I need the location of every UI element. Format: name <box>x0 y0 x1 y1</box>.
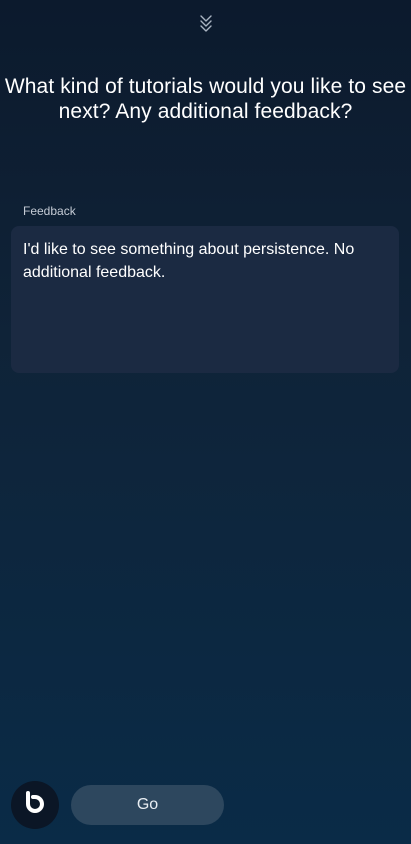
feedback-label: Feedback <box>23 204 76 218</box>
go-button[interactable]: Go <box>71 785 224 825</box>
feedback-input[interactable]: I'd like to see something about persiste… <box>11 226 399 373</box>
bixby-logo-icon <box>22 790 48 821</box>
collapse-chevron-icon[interactable] <box>194 12 218 34</box>
question-heading: What kind of tutorials would you like to… <box>4 75 407 123</box>
assistant-button[interactable] <box>11 781 59 829</box>
